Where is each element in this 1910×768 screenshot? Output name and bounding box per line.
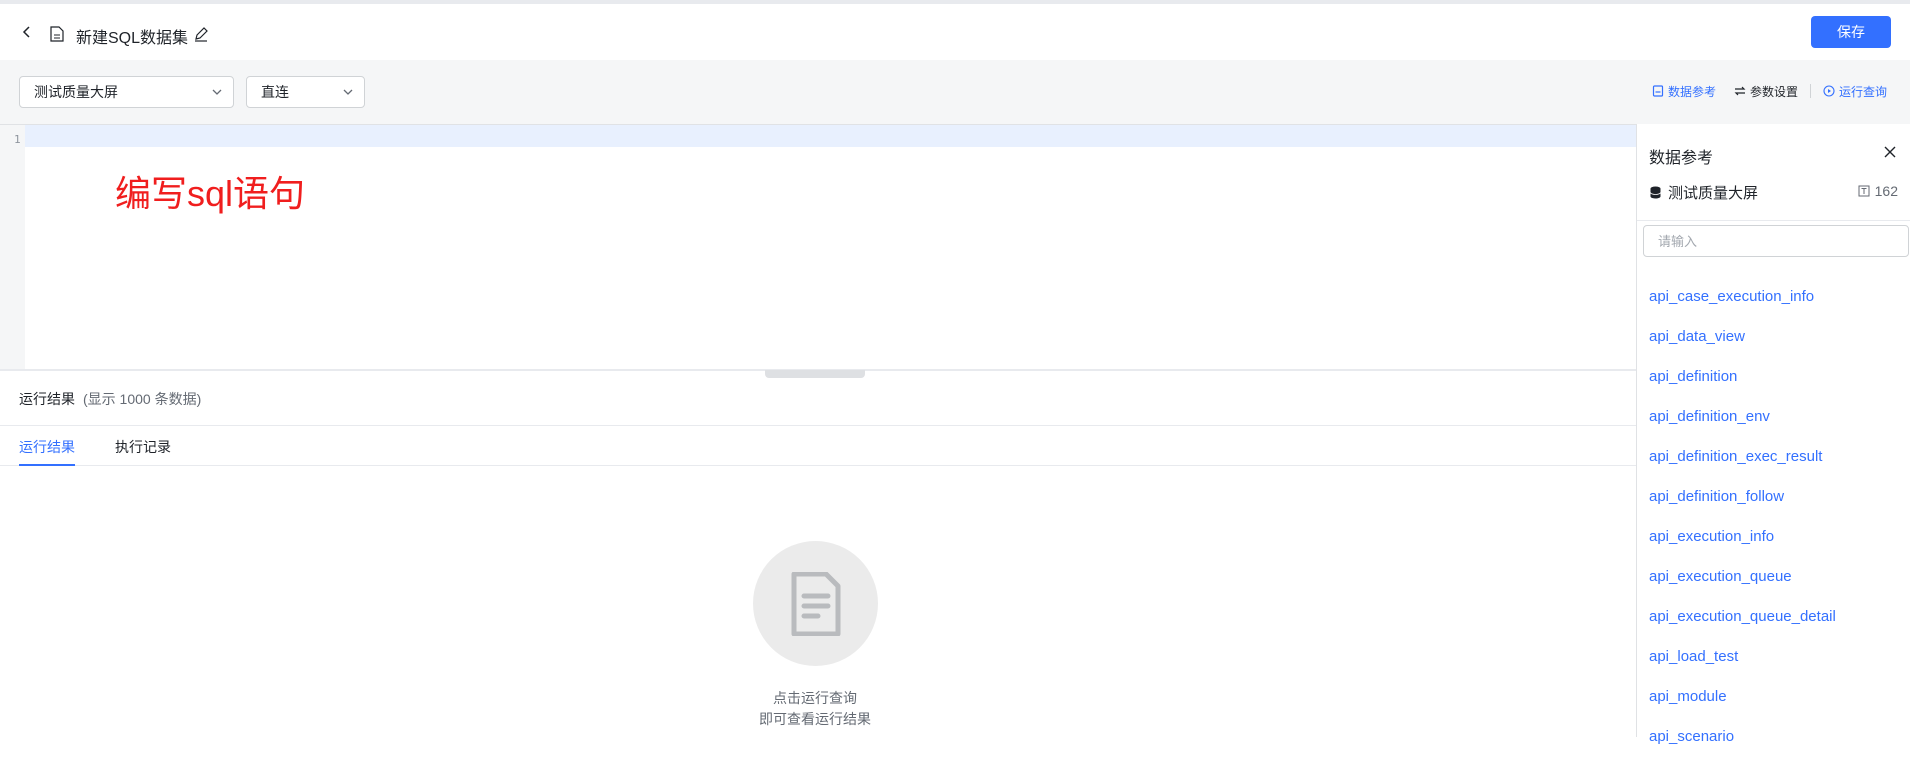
tab-execution-log[interactable]: 执行记录 xyxy=(115,437,171,457)
table-list-item[interactable]: api_execution_info xyxy=(1649,528,1909,568)
close-icon[interactable] xyxy=(1882,144,1898,160)
database-icon xyxy=(1650,186,1661,199)
document-icon xyxy=(791,571,840,636)
editor-gutter xyxy=(0,125,25,371)
edit-icon[interactable] xyxy=(193,26,209,42)
save-button[interactable]: 保存 xyxy=(1811,16,1891,48)
table-list-item[interactable]: api_execution_queue_detail xyxy=(1649,608,1909,648)
sql-file-icon xyxy=(50,26,64,42)
empty-state-text-1: 点击运行查询 xyxy=(773,690,857,706)
sql-editor[interactable]: 1 编写sql语句 xyxy=(0,124,1636,371)
table-search-input[interactable] xyxy=(1643,225,1909,257)
table-icon xyxy=(1858,185,1870,197)
dataset-title: 新建SQL数据集 xyxy=(76,30,189,47)
panel-datasource: 测试质量大屏 xyxy=(1649,182,1758,203)
resize-handle[interactable] xyxy=(765,370,865,378)
results-subtitle: (显示 1000 条数据) xyxy=(83,391,202,407)
toolbar-actions: 数据参考 参数设置 运行查询 xyxy=(1652,80,1887,102)
table-list-item[interactable]: api_case_execution_info xyxy=(1649,288,1909,328)
data-reference-button[interactable]: 数据参考 xyxy=(1652,83,1716,100)
page-header: 新建SQL数据集 保存 xyxy=(0,4,1910,60)
toolbar-divider xyxy=(1809,84,1811,98)
table-list-item[interactable]: api_definition_env xyxy=(1649,408,1909,448)
active-line-highlight xyxy=(25,125,1636,147)
panel-divider xyxy=(1637,220,1910,221)
active-tab-indicator xyxy=(19,464,75,466)
table-count-value: 162 xyxy=(1874,183,1898,199)
table-list-item[interactable]: api_definition_follow xyxy=(1649,488,1909,528)
table-list-item[interactable]: api_scenario xyxy=(1649,728,1909,768)
connection-mode-select[interactable]: 直连 xyxy=(246,76,365,108)
chevron-left-icon xyxy=(22,26,30,38)
line-number: 1 xyxy=(14,133,21,146)
table-list: api_case_execution_info api_data_view api_… xyxy=(1649,288,1909,768)
results-tabs: 运行结果 执行记录 xyxy=(0,425,1636,466)
play-circle-icon xyxy=(1823,85,1835,97)
table-list-item[interactable]: api_module xyxy=(1649,688,1909,728)
table-list-item[interactable]: api_execution_queue xyxy=(1649,568,1909,608)
table-list-item[interactable]: api_data_view xyxy=(1649,328,1909,368)
panel-title: 数据参考 xyxy=(1649,150,1714,167)
tab-run-result[interactable]: 运行结果 xyxy=(19,437,75,457)
table-list-item[interactable]: api_definition_exec_result xyxy=(1649,448,1909,488)
sql-hint-text: 编写sql语句 xyxy=(115,173,306,214)
results-header: 运行结果 (显示 1000 条数据) xyxy=(19,389,201,409)
data-reference-panel: 数据参考 测试质量大屏 162 api_case_execution_infoa… xyxy=(1636,124,1910,745)
query-toolbar: 测试质量大屏 直连 数据参考 参数设置 运行查询 xyxy=(0,60,1910,124)
swap-icon xyxy=(1734,86,1746,96)
run-query-button[interactable]: 运行查询 xyxy=(1823,83,1887,100)
empty-state-illustration xyxy=(753,541,878,666)
datasource-select[interactable]: 测试质量大屏 xyxy=(19,76,234,108)
data-reference-label: 数据参考 xyxy=(1667,84,1716,99)
back-button[interactable] xyxy=(16,21,38,43)
datasource-select-value: 测试质量大屏 xyxy=(34,84,118,100)
panel-datasource-name: 测试质量大屏 xyxy=(1668,185,1759,202)
results-title: 运行结果 xyxy=(19,391,75,407)
empty-state-text-2: 即可查看运行结果 xyxy=(759,711,871,727)
database-doc-icon xyxy=(1652,85,1664,97)
table-list-item[interactable]: api_load_test xyxy=(1649,648,1909,688)
param-settings-button[interactable]: 参数设置 xyxy=(1734,83,1798,100)
table-count: 162 xyxy=(1858,183,1898,199)
chevron-down-icon xyxy=(343,89,353,95)
run-query-label: 运行查询 xyxy=(1838,84,1887,99)
param-settings-label: 参数设置 xyxy=(1749,84,1798,99)
table-list-item[interactable]: api_definition xyxy=(1649,368,1909,408)
chevron-down-icon xyxy=(212,89,222,95)
connection-mode-value: 直连 xyxy=(261,84,289,100)
